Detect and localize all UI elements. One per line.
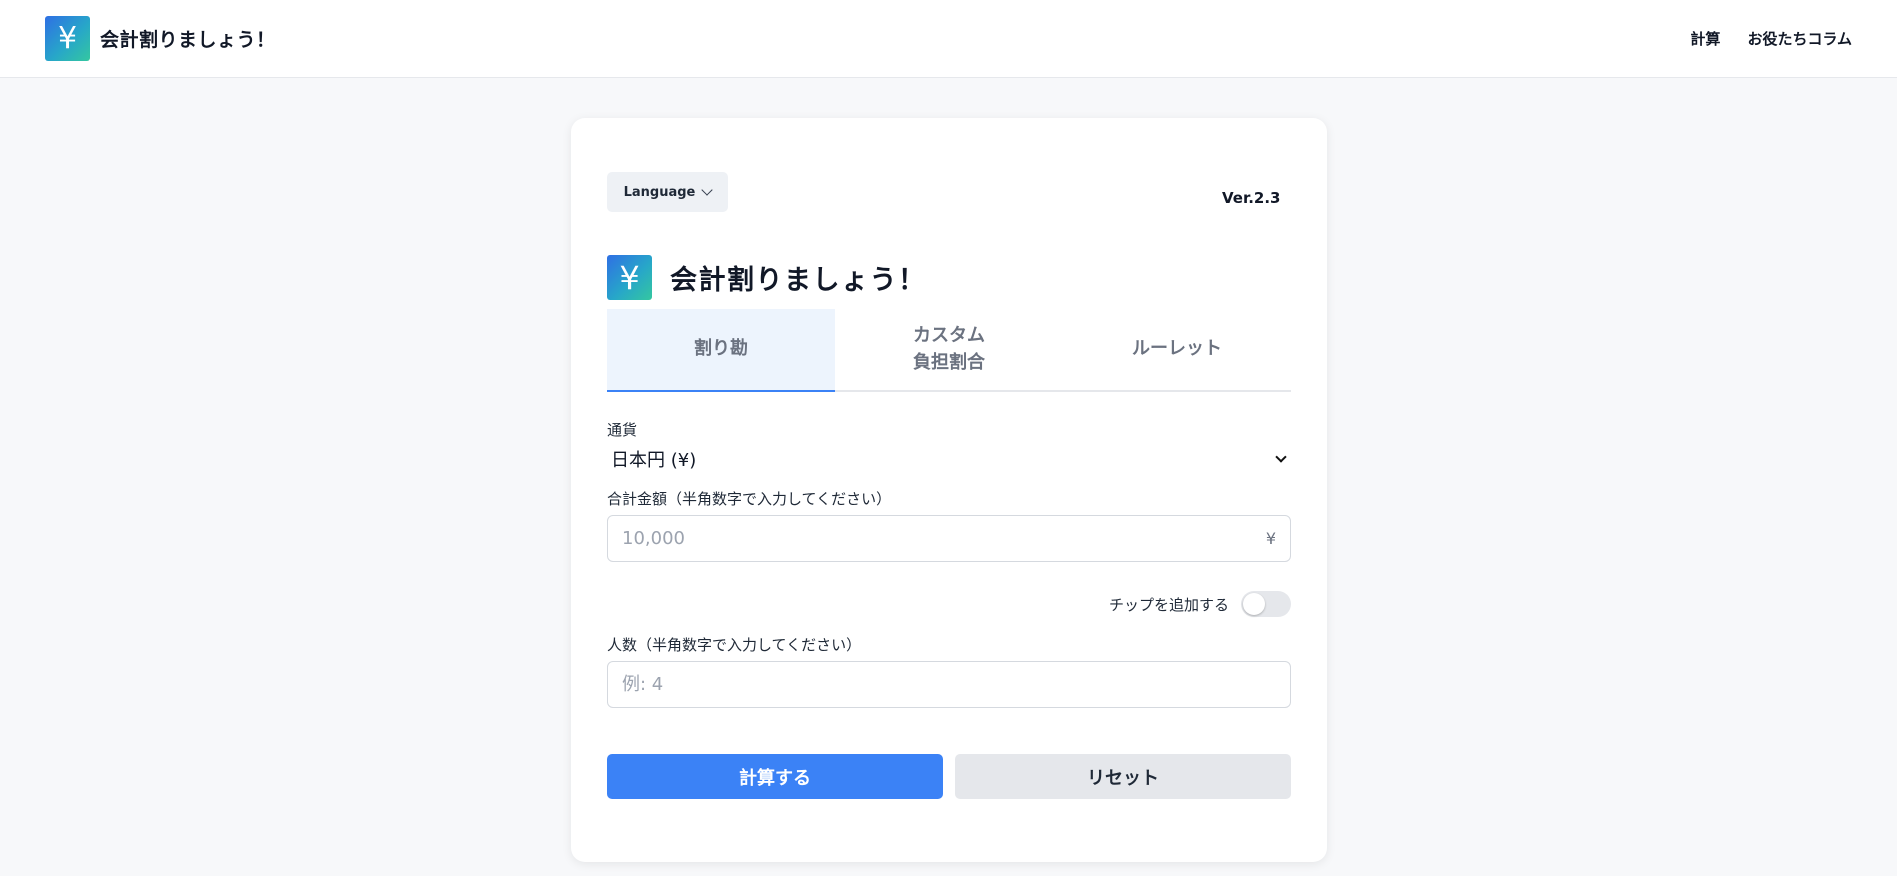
tab-custom-ratio[interactable]: カスタム 負担割合 bbox=[835, 309, 1063, 390]
people-count-input[interactable] bbox=[622, 674, 1211, 695]
total-amount-label: 合計金額（半角数字で入力してください） bbox=[607, 490, 892, 508]
yen-suffix: ¥ bbox=[1265, 529, 1276, 548]
tip-row: チップを追加する bbox=[607, 590, 1291, 618]
toggle-knob bbox=[1243, 593, 1265, 615]
tab-split-evenly[interactable]: 割り勘 bbox=[607, 309, 835, 392]
currency-label: 通貨 bbox=[607, 421, 638, 439]
currency-select[interactable]: 日本円 (¥) bbox=[607, 444, 1291, 474]
tab-roulette[interactable]: ルーレット bbox=[1063, 309, 1291, 390]
nav-link-calculate[interactable]: 計算 bbox=[1690, 28, 1720, 49]
site-title: 会計割りましょう！ bbox=[100, 29, 276, 51]
chevron-down-icon bbox=[701, 183, 714, 196]
top-nav: 計算 お役たちコラム bbox=[1690, 28, 1852, 49]
people-count-label: 人数（半角数字で入力してください） bbox=[607, 636, 862, 654]
card-heading: ¥ 会計割りましょう！ bbox=[607, 255, 927, 300]
currency-selected-value: 日本円 (¥) bbox=[611, 450, 697, 471]
tab-label: ルーレット bbox=[1132, 338, 1222, 360]
page-title: 会計割りましょう！ bbox=[670, 265, 927, 296]
tab-label: 割り勘 bbox=[694, 338, 748, 360]
yen-logo-icon: ¥ bbox=[607, 255, 652, 300]
yen-logo-icon: ¥ bbox=[45, 16, 90, 61]
reset-button[interactable]: リセット bbox=[955, 754, 1291, 799]
total-amount-field[interactable]: ¥ bbox=[607, 515, 1291, 562]
brand[interactable]: ¥ 会計割りましょう！ bbox=[45, 16, 276, 61]
tab-label: カスタム 負担割合 bbox=[913, 325, 985, 373]
language-dropdown[interactable]: Language bbox=[607, 172, 728, 212]
top-header: ¥ 会計割りましょう！ 計算 お役たちコラム bbox=[0, 0, 1897, 78]
people-count-field[interactable] bbox=[607, 661, 1291, 708]
total-amount-input[interactable] bbox=[622, 528, 1211, 549]
tip-label: チップを追加する bbox=[1108, 595, 1229, 614]
tip-toggle[interactable] bbox=[1241, 591, 1291, 617]
chevron-down-icon bbox=[1275, 450, 1287, 463]
version-label: Ver.2.3 bbox=[1222, 189, 1281, 207]
language-label: Language bbox=[623, 184, 696, 200]
mode-tabs: 割り勘 カスタム 負担割合 ルーレット bbox=[607, 309, 1291, 392]
calculator-card: Language Ver.2.3 ¥ 会計割りましょう！ 割り勘 カスタム 負担… bbox=[571, 118, 1327, 862]
calculate-button[interactable]: 計算する bbox=[607, 754, 943, 799]
nav-link-column[interactable]: お役たちコラム bbox=[1747, 28, 1852, 49]
